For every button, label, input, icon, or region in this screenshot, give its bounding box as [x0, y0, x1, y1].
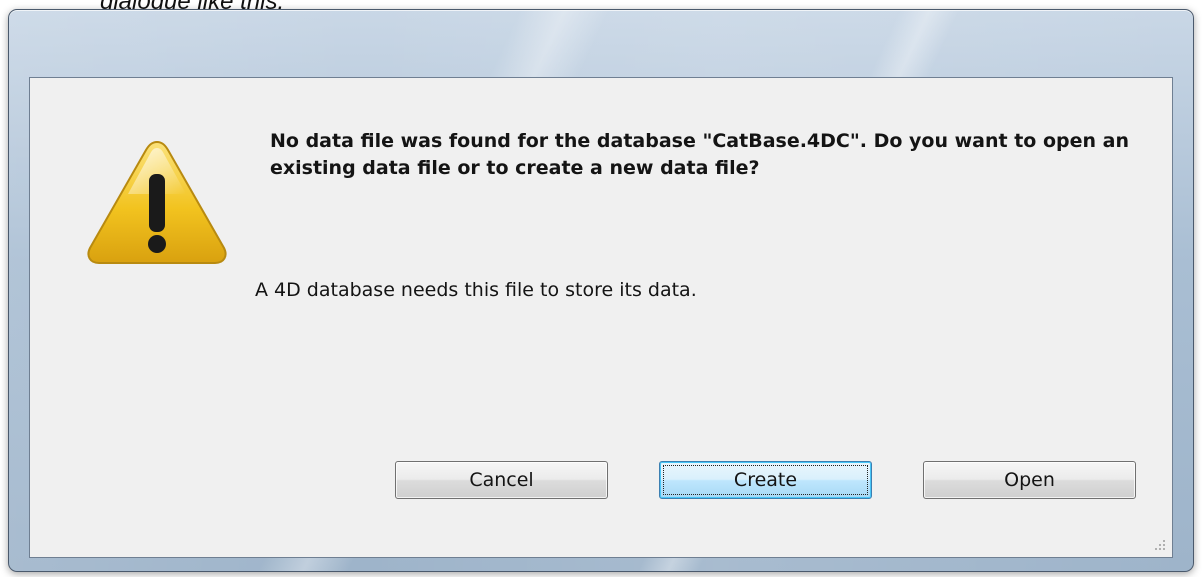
warning-icon: [82, 136, 232, 268]
resize-grip-icon[interactable]: [1153, 538, 1167, 552]
open-button[interactable]: Open: [923, 461, 1136, 499]
dialog-message: No data file was found for the database …: [270, 130, 1129, 179]
open-button-label: Open: [1004, 469, 1055, 491]
create-button[interactable]: Create: [659, 461, 872, 499]
dialog-content: No data file was found for the database …: [29, 77, 1173, 558]
dialog-detail-text: A 4D database needs this file to store i…: [255, 279, 697, 301]
screenshot: dialogue like this: No data file was fou…: [0, 0, 1202, 577]
message-dialog-window: No data file was found for the database …: [8, 9, 1194, 572]
create-button-label: Create: [733, 469, 798, 491]
cancel-button[interactable]: Cancel: [395, 461, 608, 499]
cancel-button-label: Cancel: [469, 469, 534, 491]
